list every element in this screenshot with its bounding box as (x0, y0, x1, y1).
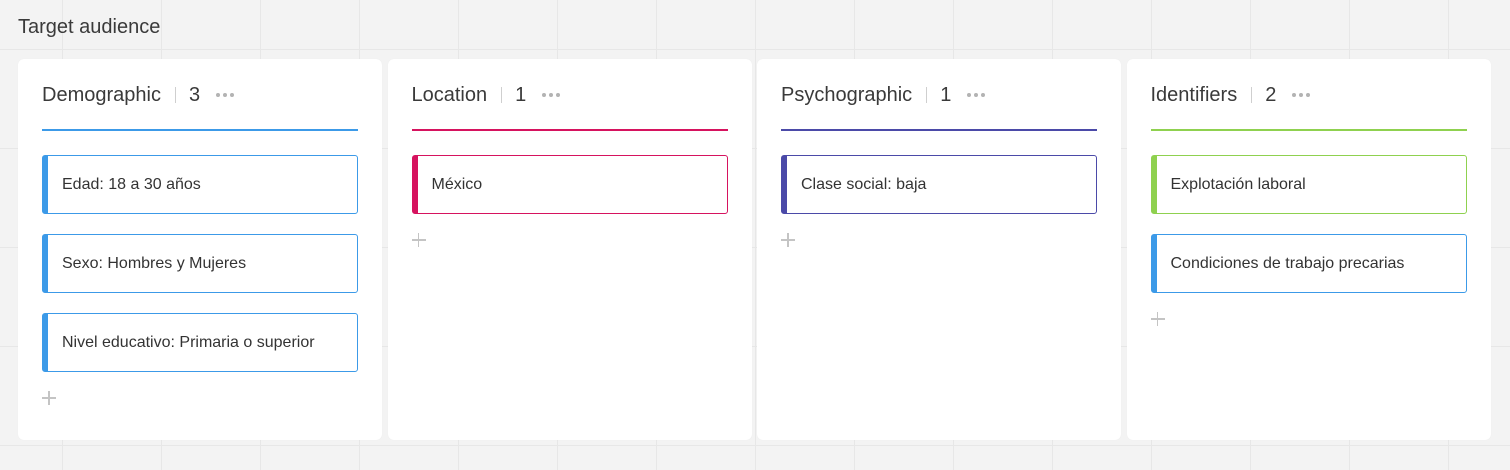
column-location: Location 1 México (387, 59, 752, 440)
column-count: 1 (940, 83, 952, 106)
more-options-icon[interactable] (1292, 89, 1311, 101)
column-title[interactable]: Location (412, 84, 488, 107)
more-options-icon[interactable] (967, 89, 986, 101)
more-options-icon[interactable] (542, 89, 561, 101)
column-color-line (1150, 129, 1467, 131)
card-text: Nivel educativo: Primaria o superior (62, 333, 315, 351)
card-clase-social[interactable]: Clase social: baja (781, 155, 1097, 214)
board-title: Target audience (18, 16, 161, 38)
column-color-line (42, 129, 358, 131)
column-title[interactable]: Demographic (42, 84, 161, 107)
column-header: Psychographic 1 (781, 81, 986, 109)
column-divider (1251, 87, 1253, 103)
card-sexo[interactable]: Sexo: Hombres y Mujeres (42, 234, 358, 293)
column-title[interactable]: Identifiers (1151, 84, 1238, 107)
add-card-icon[interactable] (42, 391, 56, 405)
card-text: Condiciones de trabajo precarias (1170, 254, 1405, 272)
column-color-line (411, 129, 728, 131)
card-mexico[interactable]: México (411, 155, 728, 214)
card-explotacion-laboral[interactable]: Explotación laboral (1150, 155, 1467, 214)
card-list: Edad: 18 a 30 años Sexo: Hombres y Mujer… (42, 155, 358, 405)
column-identifiers: Identifiers 2 Explotación laboral Condic… (1126, 59, 1491, 440)
card-text: Edad: 18 a 30 años (62, 175, 201, 193)
card-edad[interactable]: Edad: 18 a 30 años (42, 155, 358, 214)
card-text: México (431, 175, 483, 193)
column-count: 2 (1265, 83, 1277, 106)
card-list: Clase social: baja (781, 155, 1097, 247)
column-count: 1 (515, 83, 527, 106)
column-header: Location 1 (412, 81, 561, 109)
column-header: Identifiers 2 (1151, 81, 1311, 109)
board-columns: Demographic 3 Edad: 18 a 30 años Sexo: H… (18, 59, 1491, 440)
add-card-icon[interactable] (411, 233, 426, 247)
add-card-icon[interactable] (1150, 312, 1165, 326)
card-condiciones-trabajo[interactable]: Condiciones de trabajo precarias (1150, 234, 1467, 293)
column-title[interactable]: Psychographic (781, 84, 912, 107)
card-text: Sexo: Hombres y Mujeres (62, 254, 247, 272)
add-card-icon[interactable] (781, 233, 795, 247)
more-options-icon[interactable] (216, 89, 235, 101)
column-color-line (781, 129, 1097, 131)
card-text: Clase social: baja (801, 175, 927, 193)
card-list: Explotación laboral Condiciones de traba… (1150, 155, 1467, 326)
column-divider (926, 87, 928, 103)
card-text: Explotación laboral (1170, 175, 1306, 193)
column-demographic: Demographic 3 Edad: 18 a 30 años Sexo: H… (18, 59, 382, 440)
card-nivel-educativo[interactable]: Nivel educativo: Primaria o superior (42, 313, 358, 372)
column-divider (501, 87, 503, 103)
column-divider (174, 87, 176, 103)
column-psychographic: Psychographic 1 Clase social: baja (757, 59, 1121, 440)
column-header: Demographic 3 (42, 81, 235, 109)
card-list: México (411, 155, 728, 247)
column-count: 3 (188, 83, 201, 106)
